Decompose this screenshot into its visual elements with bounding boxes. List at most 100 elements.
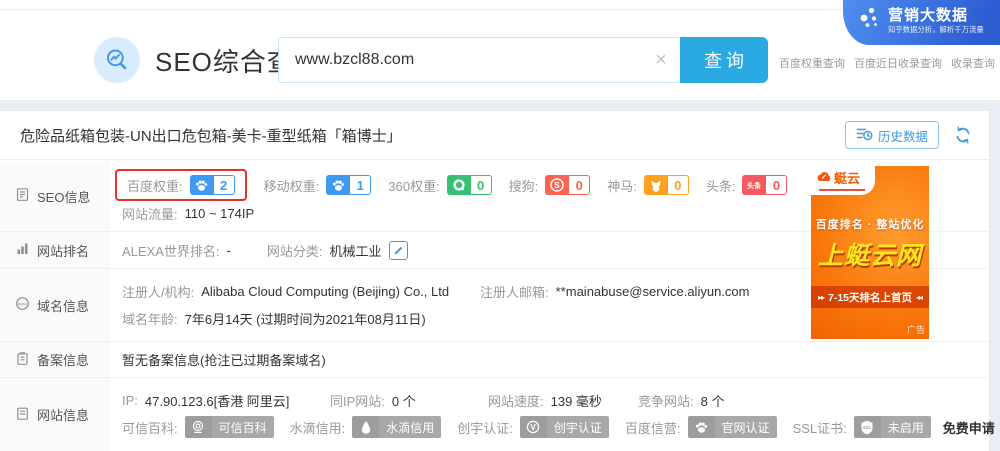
refresh-icon[interactable] (951, 123, 975, 147)
chuangyu-cert-badge[interactable]: V 创宇认证 (520, 416, 609, 438)
traffic-label: 网站流量: (122, 204, 178, 223)
site-speed-label: 网站速度: (488, 391, 544, 410)
header-links: 百度权重查询 百度近日收录查询 收录查询 (779, 55, 995, 71)
link-baidu-recent-index-query[interactable]: 百度近日收录查询 (854, 55, 942, 71)
weight-360-badge[interactable]: 0 (447, 175, 492, 195)
weight-label: 头条: (706, 176, 736, 195)
network-dots-icon (857, 5, 881, 36)
weight-baidu: 百度权重: 2 (127, 175, 235, 195)
svg-text:头条: 头条 (747, 181, 762, 190)
cert-badge-text: 创宇认证 (547, 416, 609, 438)
weight-value: 0 (668, 175, 689, 195)
traffic-value: 110 ~ 174IP (185, 206, 255, 221)
weight-label: 360权重: (388, 176, 439, 195)
site-category-value: 机械工业 (330, 241, 382, 260)
row-label-seo-info: SEO信息 (0, 161, 110, 231)
weight-label: 搜狗: (509, 176, 539, 195)
magnifier-chart-icon (94, 37, 140, 83)
cert-waterdrop-credit: 水滴信用: 水滴信用 (290, 416, 442, 438)
alexa-rank-value: - (227, 243, 231, 258)
baidu-paw-icon (688, 416, 715, 438)
icp-status-text: 暂无备案信息(抢注已过期备案域名) (122, 350, 326, 369)
shenma-owl-icon (644, 175, 668, 195)
weight-toutiao: 头条: 头条 0 (706, 175, 788, 195)
link-baidu-weight-query[interactable]: 百度权重查询 (779, 55, 845, 71)
ribbon-title: 营销大数据 (888, 7, 992, 25)
table-row-site-info: 网站信息 IP: 47.90.123.6[香港 阿里云] 同IP网站: 0 个 … (0, 378, 989, 451)
toutiao-weight-badge[interactable]: 头条 0 (742, 175, 787, 195)
row-label-text: 域名信息 (37, 296, 89, 315)
svg-text:S: S (554, 180, 560, 190)
ssl-cert-badge[interactable]: SSL 未启用 (854, 416, 931, 438)
query-button[interactable]: 查询 (680, 37, 768, 83)
link-index-query[interactable]: 收录查询 (951, 55, 995, 71)
registrant-email-value: **mainabuse@service.aliyun.com (556, 284, 750, 299)
cloud-logo-icon (816, 169, 832, 187)
same-ip-sites-value: 0 个 (392, 391, 416, 410)
cert-label: 水滴信用: (290, 418, 346, 437)
row-label-site-rank: 网站排名 (0, 232, 110, 268)
cert-badge-text: 可信百科 (212, 416, 274, 438)
ad-banner[interactable]: 蜓云 百度排名 · 整站优化 上蜓云网 ▸▸ 7-15天排名上首页 ◂◂ 广告 (811, 166, 929, 339)
weight-360: 360权重: 0 (388, 175, 491, 195)
alexa-rank-label: ALEXA世界排名: (122, 241, 220, 260)
search-input[interactable] (279, 38, 642, 82)
mobile-weight-badge[interactable]: 1 (326, 175, 371, 195)
trusted-encyclopedia-badge[interactable]: 可信百科 (185, 416, 274, 438)
weight-shenma: 神马: 0 (607, 175, 689, 195)
document-icon (15, 187, 30, 205)
list-file-icon (15, 406, 30, 424)
domain-age-label: 域名年龄: (122, 309, 178, 328)
history-data-button[interactable]: 历史数据 (845, 121, 939, 149)
registrant-email-label: 注册人邮箱: (480, 282, 549, 301)
svg-text:www: www (18, 301, 28, 306)
row-label-site-info: 网站信息 (0, 378, 110, 451)
weight-value: 1 (350, 175, 371, 195)
same-ip-sites-label: 同IP网站: (330, 391, 385, 410)
ad-logo-tagline-bar (819, 189, 865, 191)
waterdrop-credit-badge[interactable]: 水滴信用 (352, 416, 441, 438)
www-globe-icon: www (15, 296, 30, 314)
ribbon-subtitle: 知乎数据分析，解析千万流量 (888, 25, 984, 34)
site-category-label: 网站分类: (267, 241, 323, 260)
ad-promo-text: 7-15天排名上首页 (828, 290, 912, 305)
table-row-icp-info: 备案信息 暂无备案信息(抢注已过期备案域名) (0, 342, 989, 378)
waterdrop-icon (352, 416, 379, 438)
row-label-text: 备案信息 (37, 350, 89, 369)
row-label-domain-info: www 域名信息 (0, 269, 110, 341)
shenma-weight-badge[interactable]: 0 (644, 175, 689, 195)
cert-label: 百度信营: (625, 418, 681, 437)
result-card: 危险品纸箱包装-UN出口危包箱-美卡-重型纸箱「箱博士」 历史数据 (0, 110, 990, 451)
baidu-weight-badge[interactable]: 2 (190, 175, 235, 195)
weight-value: 0 (471, 175, 492, 195)
row-label-text: SEO信息 (37, 187, 90, 206)
ip-label: IP: (122, 393, 138, 408)
sogou-weight-badge[interactable]: S 0 (545, 175, 590, 195)
ad-promo-band: ▸▸ 7-15天排名上首页 ◂◂ (811, 286, 929, 308)
cert-trusted-encyclopedia: 可信百科: 可信百科 (122, 416, 274, 438)
svg-text:V: V (531, 423, 537, 432)
row-label-icp-info: 备案信息 (0, 342, 110, 377)
marketing-bigdata-banner[interactable]: 营销大数据 知乎数据分析，解析千万流量 (843, 0, 1000, 45)
free-apply-link[interactable]: 免费申请 (943, 418, 995, 437)
baidu-paw-icon (326, 175, 350, 195)
weight-mobile: 移动权重: 1 (264, 175, 372, 195)
ip-value: 47.90.123.6[香港 阿里云] (145, 391, 290, 410)
cert-badge-text: 水滴信用 (379, 416, 441, 438)
cert-label: SSL证书: (793, 418, 847, 437)
result-card-header: 危险品纸箱包装-UN出口危包箱-美卡-重型纸箱「箱博士」 历史数据 (0, 111, 989, 160)
baidu-official-cert-badge[interactable]: 官网认证 (688, 416, 777, 438)
ad-tag: 广告 (907, 323, 925, 336)
weight-sogou: 搜狗: S 0 (509, 175, 591, 195)
cert-badge-text: 官网认证 (715, 416, 777, 438)
cert-badge-text: 未启用 (881, 416, 931, 438)
bar-chart-icon (15, 241, 30, 259)
clear-icon[interactable]: × (642, 50, 680, 70)
edit-pencil-icon[interactable] (389, 241, 408, 260)
domain-age-value: 7年6月14天 (过期时间为2021年08月11日) (185, 309, 426, 328)
cert-chuangyu: 创宇认证: V 创宇认证 (457, 416, 609, 438)
arrow-right-icon: ▸▸ (818, 293, 824, 302)
registrant-label: 注册人/机构: (122, 282, 194, 301)
ad-logo-text: 蜓云 (834, 168, 860, 187)
v-circle-icon: V (520, 416, 547, 438)
